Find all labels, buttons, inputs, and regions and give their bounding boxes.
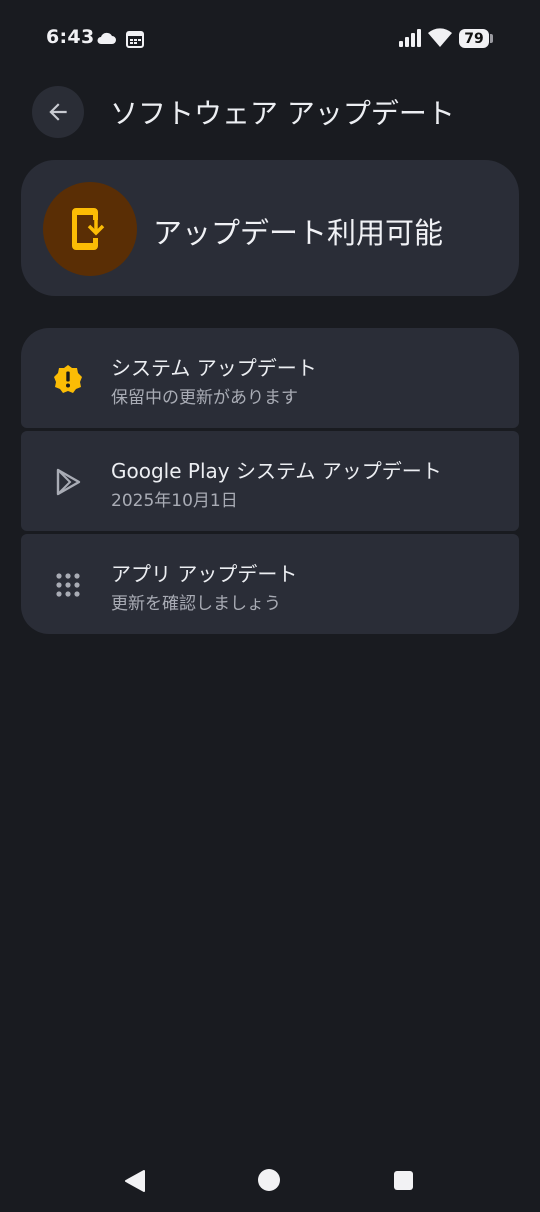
alert-badge-icon [51,362,85,396]
status-bar: 6:43 79 [0,0,540,78]
back-button[interactable] [32,86,84,138]
item-title: Google Play システム アップデート [111,459,442,483]
item-title: システム アップデート [111,356,317,380]
signal-icon [398,29,422,51]
item-subtitle: 2025年10月1日 [111,491,238,511]
update-available-text: アップデート利用可能 [153,216,444,250]
phone-download-icon [72,208,105,250]
wifi-icon [428,28,452,51]
item-subtitle: 保留中の更新があります [111,388,298,408]
nav-back-icon[interactable] [124,1169,146,1197]
status-time: 6:43 [46,26,95,48]
nav-home-icon[interactable] [258,1169,280,1191]
calendar-icon [126,30,144,52]
update-status-card: アップデート利用可能 [21,160,519,296]
arrow-back-icon [49,103,67,121]
nav-recents-icon[interactable] [394,1171,413,1190]
page-title: ソフトウェア アップデート [110,97,455,130]
item-title: アプリ アップデート [111,562,298,586]
hero-icon-circle [43,182,137,276]
item-subtitle: 更新を確認しましょう [111,594,281,614]
list-item-google-play-update[interactable]: Google Play システム アップデート 2025年10月1日 [21,431,519,531]
list-item-app-update[interactable]: アプリ アップデート 更新を確認しましょう [21,534,519,634]
battery-icon: 79 [459,29,489,48]
apps-grid-icon [51,568,85,602]
navigation-bar [0,1150,540,1212]
software-update-screen: 6:43 79 ソフトウェア アップデート アップデート利用可能 システム アッ… [0,0,540,1212]
battery-nub [490,34,493,43]
update-list: システム アップデート 保留中の更新があります Google Play システム… [21,328,519,637]
play-icon [51,465,85,499]
list-item-system-update[interactable]: システム アップデート 保留中の更新があります [21,328,519,428]
cloud-icon [95,30,117,50]
